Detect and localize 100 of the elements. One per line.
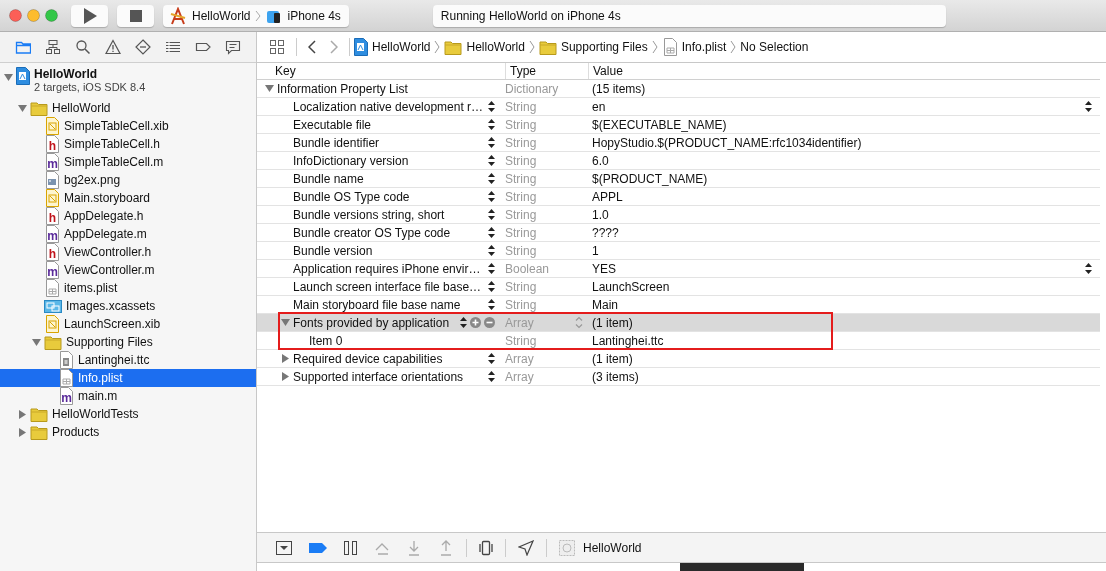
stepper-icon[interactable] [488,298,495,311]
stop-button[interactable] [117,4,154,27]
key-cell[interactable]: Bundle OS Type code [293,189,484,204]
folder-icon[interactable] [15,39,31,55]
key-cell[interactable]: Launch screen interface file base… [293,279,484,294]
stepper-icon[interactable] [488,136,495,149]
value-cell[interactable]: (3 items) [592,369,639,384]
stepper-icon[interactable] [488,280,495,293]
value-cell[interactable]: YES [592,261,616,276]
disclosure-triangle-icon[interactable] [18,409,27,419]
pause-icon[interactable] [343,539,358,556]
navigator-item[interactable]: bg2ex.png [0,171,256,189]
remove-icon[interactable] [484,317,495,328]
navigator-item[interactable]: HelloWorld [0,99,256,117]
navigator-item[interactable]: Images.xcassets [0,297,256,315]
disclosure-triangle-icon[interactable] [18,427,27,437]
navigator-item[interactable]: Lantinghei.ttc [0,351,256,369]
navigator-item[interactable]: m AppDelegate.m [0,225,256,243]
column-header[interactable]: Value [588,63,1100,79]
stepper-icon[interactable] [488,100,495,113]
target-name[interactable]: HelloWorld [583,540,642,555]
column-header[interactable]: Key [257,63,505,79]
key-cell[interactable]: Required device capabilities [293,351,484,366]
navigator-item[interactable]: HelloWorld 2 targets, iOS SDK 8.4 [0,65,256,99]
value-cell[interactable]: 1 [592,243,599,258]
popup-arrows-icon[interactable] [1085,100,1092,113]
key-cell[interactable]: Bundle name [293,171,484,186]
key-cell[interactable]: Bundle version [293,243,484,258]
key-cell[interactable]: Executable file [293,117,484,132]
value-cell[interactable]: ???? [592,225,619,240]
key-cell[interactable]: Localization native development r… [293,99,484,114]
navigator-item[interactable]: Supporting Files [0,333,256,351]
layers-icon[interactable] [479,539,493,556]
navigator-item[interactable]: LaunchScreen.xib [0,315,256,333]
navigator-item[interactable]: m ViewController.m [0,261,256,279]
stepper-icon[interactable] [488,208,495,221]
navigator-item[interactable]: Products [0,423,256,441]
disclosure-triangle-icon[interactable] [281,354,290,363]
value-cell[interactable]: Main [592,297,618,312]
breadcrumb-item[interactable]: HelloWorld [354,38,431,56]
stepper-icon[interactable] [488,154,495,167]
device-name[interactable]: iPhone 4s [287,8,341,23]
navigator-item[interactable]: m SimpleTableCell.m [0,153,256,171]
key-cell[interactable]: Fonts provided by application [293,315,456,330]
navigator-item[interactable]: HelloWorldTests [0,405,256,423]
stepper-icon[interactable] [488,172,495,185]
panel-toggle-icon[interactable] [275,539,293,556]
navigator-item[interactable]: m main.m [0,387,256,405]
value-cell[interactable]: (15 items) [592,81,646,96]
value-cell[interactable]: Lantinghei.ttc [592,333,664,348]
hierarchy-icon[interactable] [45,39,61,55]
value-cell[interactable]: (1 item) [592,315,633,330]
key-cell[interactable]: Main storyboard file base name [293,297,484,312]
breakpoint-tag-icon[interactable] [309,540,327,555]
value-cell[interactable]: 1.0 [592,207,609,222]
popup-arrows-icon[interactable] [1085,262,1092,275]
disclosure-triangle-icon[interactable] [4,73,13,82]
value-cell[interactable]: LaunchScreen [592,279,670,294]
key-cell[interactable]: Item 0 [309,333,495,348]
navigator-item[interactable]: Info.plist [0,369,256,387]
chat-bubble-icon[interactable] [225,39,241,55]
stepper-icon[interactable] [488,262,495,275]
breadcrumb-item[interactable]: No Selection [740,40,809,54]
navigator-item[interactable]: SimpleTableCell.xib [0,117,256,135]
diamond-icon[interactable] [135,39,151,55]
run-button[interactable] [71,4,108,27]
disclosure-triangle-icon[interactable] [265,84,274,93]
disclosure-triangle-icon[interactable] [281,372,290,381]
stepper-icon[interactable] [460,316,467,329]
key-cell[interactable]: Bundle identifier [293,135,484,150]
stepper-icon[interactable] [488,118,495,131]
value-cell[interactable]: $(PRODUCT_NAME) [592,171,708,186]
disclosure-triangle-icon[interactable] [18,103,27,113]
navigator-item[interactable]: h ViewController.h [0,243,256,261]
disclosure-triangle-icon[interactable] [281,318,290,327]
navigator-item[interactable]: h AppDelegate.h [0,207,256,225]
disclosure-triangle-icon[interactable] [32,337,41,347]
navigator-item[interactable]: items.plist [0,279,256,297]
value-cell[interactable]: $(EXECUTABLE_NAME) [592,117,727,132]
value-cell[interactable]: HopyStudio.$(PRODUCT_NAME:rfc1034identifier) [592,135,862,150]
stepper-icon[interactable] [488,244,495,257]
list-icon[interactable] [165,39,181,55]
stepper-icon[interactable] [488,352,495,365]
breadcrumb-item[interactable]: HelloWorld [444,39,525,55]
scheme-name[interactable]: HelloWorld [192,8,251,23]
value-cell[interactable]: 6.0 [592,153,609,168]
value-cell[interactable]: (1 item) [592,351,633,366]
stepper-icon[interactable] [488,370,495,383]
column-header[interactable]: Type [505,63,588,79]
stepper-icon[interactable] [488,226,495,239]
key-cell[interactable]: Information Property List [277,81,495,96]
location-arrow-icon[interactable] [518,539,534,556]
key-cell[interactable]: Bundle versions string, short [293,207,484,222]
close-button[interactable] [9,9,22,22]
breadcrumb-item[interactable]: Supporting Files [538,39,648,55]
value-cell[interactable]: en [592,99,606,114]
key-cell[interactable]: Supported interface orientations [293,369,484,384]
key-cell[interactable]: Bundle creator OS Type code [293,225,484,240]
search-icon[interactable] [75,39,91,55]
grid-icon[interactable] [269,39,285,55]
